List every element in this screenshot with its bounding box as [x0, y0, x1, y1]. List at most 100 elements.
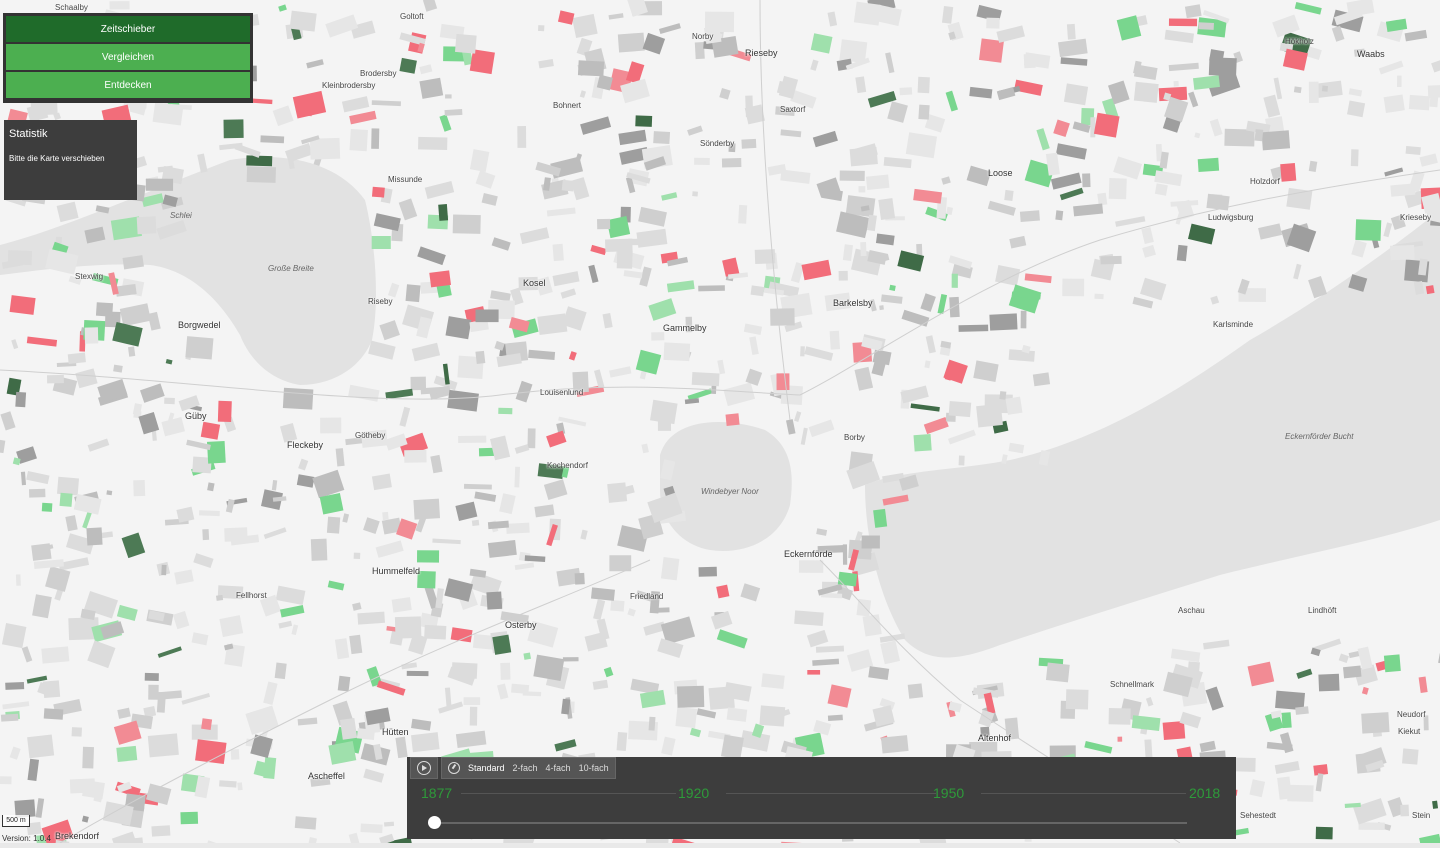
land-use-patch	[653, 131, 671, 145]
land-use-patch	[1343, 665, 1362, 679]
land-use-patch	[829, 330, 841, 350]
land-use-patch	[394, 616, 422, 639]
place-label: Schaalby	[55, 3, 88, 12]
land-use-patch	[128, 346, 136, 357]
land-use-patch	[698, 285, 725, 292]
tab-vergleichen[interactable]: Vergleichen	[6, 44, 250, 70]
land-use-patch	[1062, 278, 1085, 297]
place-label: Sehestedt	[1240, 811, 1277, 820]
land-use-patch	[1390, 245, 1415, 261]
land-use-patch	[310, 538, 328, 561]
land-use-patch	[274, 662, 287, 680]
land-use-patch	[1361, 712, 1390, 734]
land-use-patch	[260, 135, 285, 144]
land-use-patch	[1316, 80, 1343, 98]
land-use-patch	[738, 204, 748, 224]
timeline-slider-track[interactable]	[433, 822, 1187, 824]
land-use-patch	[416, 550, 440, 563]
speed-10x[interactable]: 10-fach	[579, 763, 609, 773]
land-use-patch	[216, 594, 224, 601]
place-label: Saxtorf	[780, 105, 806, 114]
land-use-patch	[219, 780, 237, 788]
land-use-patch	[1308, 81, 1319, 103]
land-use-patch	[237, 782, 243, 791]
land-use-patch	[185, 336, 214, 360]
land-use-patch	[498, 407, 513, 415]
land-use-patch	[59, 492, 73, 507]
land-use-patch	[1100, 255, 1122, 265]
land-use-patch	[609, 555, 632, 572]
land-use-patch	[337, 675, 351, 692]
land-use-patch	[405, 284, 421, 303]
land-use-patch	[561, 179, 575, 192]
land-use-patch	[452, 214, 481, 234]
land-use-patch	[1390, 183, 1416, 197]
land-use-patch	[282, 387, 314, 410]
land-use-patch	[794, 610, 824, 627]
speed-4x[interactable]: 4-fach	[546, 763, 571, 773]
land-use-patch	[1133, 81, 1159, 103]
map-tiles[interactable]	[0, 0, 1440, 848]
year-ruler: 1877 1920 1950 2018	[421, 785, 1222, 801]
land-use-patch	[537, 25, 545, 32]
place-label: Windebyer Noor	[701, 487, 759, 496]
year-label: 1950	[933, 785, 965, 801]
land-use-patch	[486, 591, 503, 610]
place-label: Rieseby	[745, 48, 778, 58]
place-label: Schnellmark	[1110, 680, 1155, 689]
place-label: Riseby	[368, 297, 393, 306]
land-use-patch	[230, 749, 240, 760]
land-use-patch	[82, 746, 94, 769]
land-use-patch	[1383, 94, 1405, 114]
land-use-patch	[770, 308, 795, 326]
land-use-patch	[1287, 784, 1314, 802]
land-use-patch	[1154, 183, 1168, 196]
land-use-patch	[1293, 86, 1302, 94]
land-use-patch	[523, 652, 531, 660]
land-use-patch	[1144, 739, 1153, 759]
land-use-patch	[807, 670, 821, 675]
year-label: 1920	[678, 785, 710, 801]
place-label: Ludwigsburg	[1208, 213, 1254, 222]
tab-zeitschieber[interactable]: Zeitschieber	[6, 16, 250, 42]
land-use-patch	[447, 389, 479, 412]
land-use-patch	[860, 242, 867, 257]
land-use-patch	[725, 413, 740, 426]
land-use-patch	[1402, 748, 1419, 765]
land-use-patch	[958, 324, 989, 332]
speedometer-icon	[448, 762, 460, 774]
place-label: Brekendorf	[55, 831, 100, 841]
land-use-patch	[199, 510, 220, 517]
land-use-patch	[1063, 83, 1089, 106]
land-use-patch	[675, 706, 698, 729]
timeline-controls: Standard 2-fach 4-fach 10-fach	[410, 757, 616, 779]
land-use-patch	[1090, 117, 1096, 138]
land-use-patch	[445, 316, 472, 340]
tab-entdecken[interactable]: Entdecken	[6, 72, 250, 98]
play-control[interactable]	[410, 757, 438, 779]
land-use-patch	[202, 529, 210, 541]
speed-standard[interactable]: Standard	[468, 763, 505, 773]
land-use-patch	[862, 614, 882, 637]
land-use-patch	[246, 166, 276, 183]
land-use-patch	[1425, 285, 1435, 295]
place-label: Güby	[185, 411, 207, 421]
place-label: Karlsminde	[1213, 320, 1254, 329]
place-label: Louisenlund	[540, 388, 584, 397]
timeline-slider-handle[interactable]	[428, 816, 441, 829]
place-label: Osterby	[505, 620, 537, 630]
land-use-patch	[853, 1, 882, 26]
map-canvas[interactable]: Schaalby Goltoft Brodersby Kleinbrodersby Mi…	[0, 0, 1440, 848]
land-use-patch	[1032, 372, 1051, 387]
land-use-patch	[1117, 736, 1123, 742]
land-use-patch	[57, 476, 80, 496]
land-use-patch	[552, 243, 564, 262]
land-use-patch	[1350, 149, 1359, 167]
play-icon[interactable]	[417, 761, 431, 775]
land-use-patch	[164, 397, 175, 405]
land-use-patch	[29, 488, 46, 498]
land-use-patch	[289, 10, 317, 32]
speed-2x[interactable]: 2-fach	[513, 763, 538, 773]
land-use-patch	[438, 204, 449, 221]
land-use-patch	[1408, 94, 1430, 111]
